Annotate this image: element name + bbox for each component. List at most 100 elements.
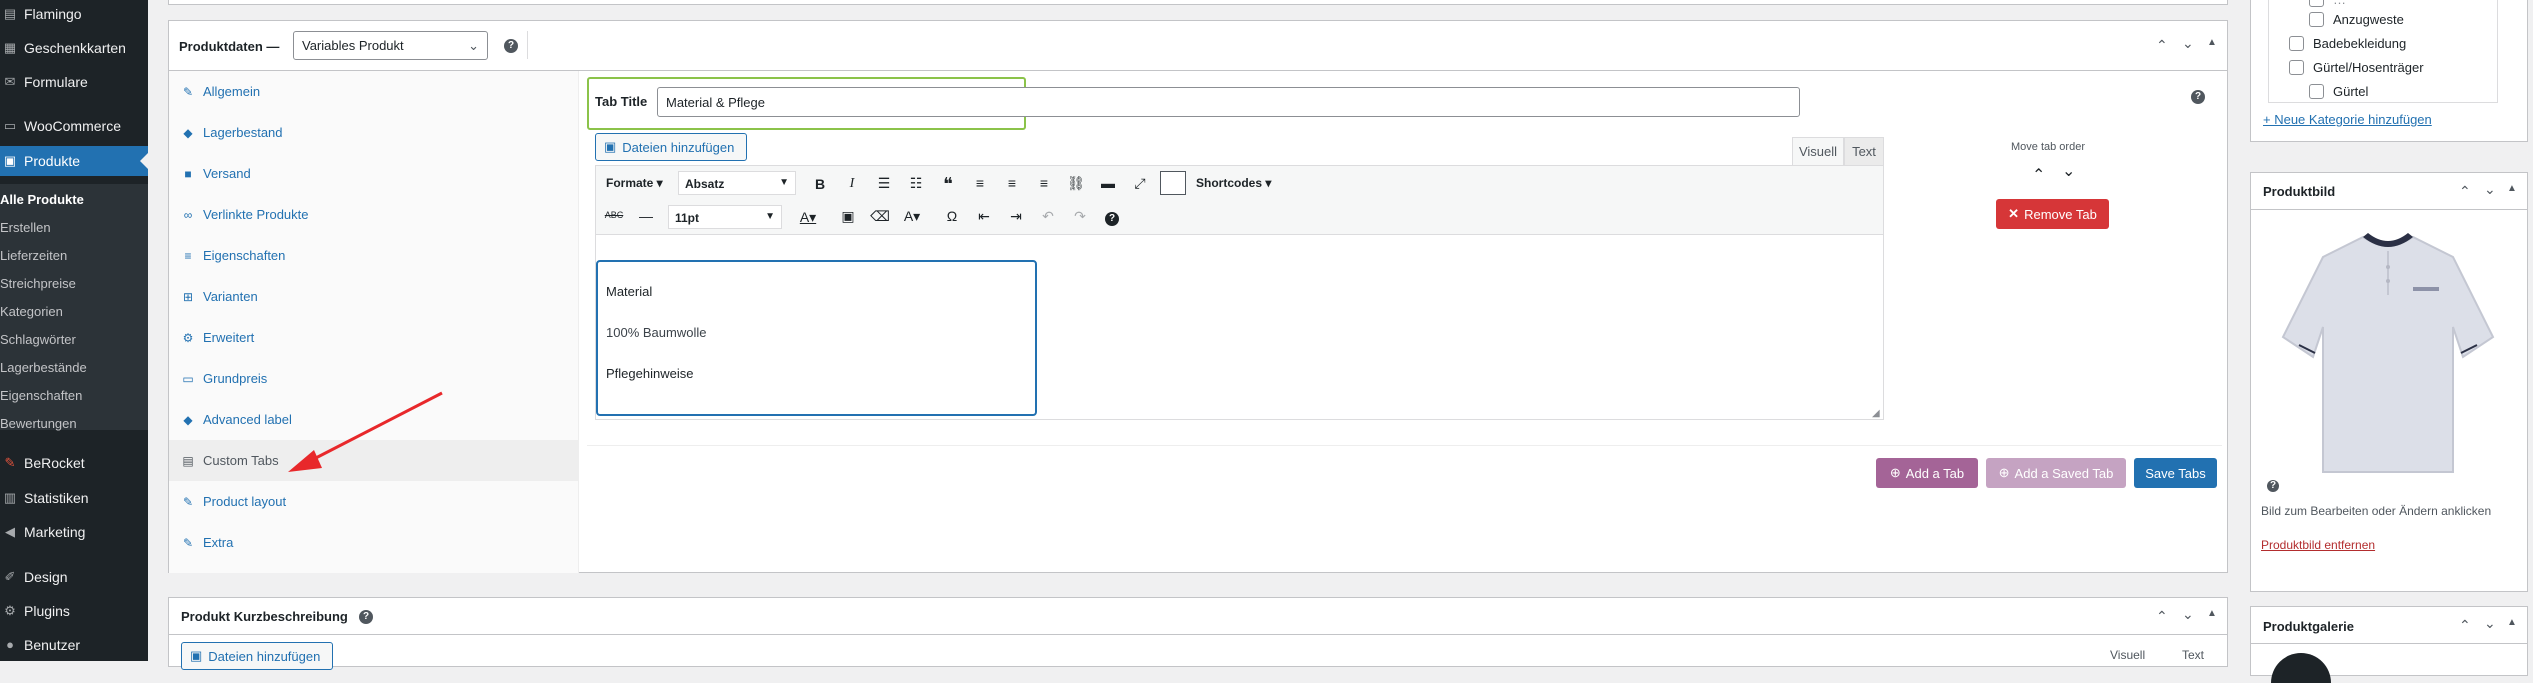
tab-lagerbestand[interactable]: ◆ Lagerbestand xyxy=(169,112,579,153)
special-char-icon[interactable]: Ω xyxy=(940,208,964,224)
menu-item-berocket[interactable]: ✎ BeRocket xyxy=(0,448,148,478)
toggle-panel-icon[interactable]: ▲ xyxy=(2207,608,2217,619)
tab-varianten[interactable]: ⊞ Varianten xyxy=(169,276,579,317)
menu-item-geschenkkarten[interactable]: ▦ Geschenkkarten xyxy=(0,33,148,63)
checkbox[interactable] xyxy=(2309,0,2324,7)
shortcodes-dropdown[interactable]: Shortcodes ▾ xyxy=(1196,176,1271,190)
submenu-kategorien[interactable]: Kategorien xyxy=(0,304,63,319)
product-type-select[interactable]: Variables Produkt ⌄ xyxy=(293,31,488,60)
formats-dropdown[interactable]: Formate ▾ xyxy=(606,176,663,190)
menu-item-formulare[interactable]: ✉ Formulare xyxy=(0,67,148,97)
editor-tab-visual[interactable]: Visuell xyxy=(2110,648,2145,662)
italic-icon[interactable]: I xyxy=(840,176,864,192)
help-icon[interactable]: ? xyxy=(359,610,373,624)
editor-tab-visual[interactable]: Visuell xyxy=(1792,137,1844,165)
category-item[interactable]: Gürtel/Hosenträger xyxy=(2289,60,2424,75)
menu-item-flamingo[interactable]: ▤ Flamingo xyxy=(0,0,148,29)
checkbox[interactable] xyxy=(2309,12,2324,27)
submenu-erstellen[interactable]: Erstellen xyxy=(0,220,51,235)
tab-allgemein[interactable]: ✎ Allgemein xyxy=(169,71,579,112)
remove-tab-button[interactable]: ✕ Remove Tab xyxy=(1996,199,2109,229)
category-item[interactable]: Gürtel xyxy=(2309,84,2368,99)
toggle-panel-icon[interactable]: ▲ xyxy=(2507,183,2517,194)
tab-erweitert[interactable]: ⚙ Erweitert xyxy=(169,317,579,358)
move-tab-down-icon[interactable]: ⌄ xyxy=(2062,161,2075,181)
product-image[interactable] xyxy=(2263,217,2513,477)
help-icon[interactable]: ? xyxy=(2267,480,2279,492)
numbered-list-icon[interactable]: ☷ xyxy=(904,175,928,192)
clear-formatting-icon[interactable]: ⌫ xyxy=(868,208,892,225)
tab-verlinkte-produkte[interactable]: ∞ Verlinkte Produkte xyxy=(169,194,579,235)
submenu-alle-produkte[interactable]: Alle Produkte xyxy=(0,192,84,207)
move-down-icon[interactable]: ⌄ xyxy=(2182,35,2194,52)
gallery-thumbnail[interactable] xyxy=(2271,653,2331,683)
link-icon[interactable]: ⛓ xyxy=(1064,175,1088,192)
horizontal-line-icon[interactable]: — xyxy=(634,208,658,224)
menu-item-benutzer[interactable]: ● Benutzer xyxy=(0,630,148,660)
tab-title-input[interactable]: Material & Pflege xyxy=(657,87,1800,117)
help-icon[interactable]: ? xyxy=(2191,90,2205,104)
menu-item-marketing[interactable]: ◀ Marketing xyxy=(0,517,148,547)
checkbox[interactable] xyxy=(2289,60,2304,75)
checkbox[interactable] xyxy=(2289,36,2304,51)
editor-tab-text[interactable]: Text xyxy=(1844,137,1884,165)
tab-versand[interactable]: ■ Versand xyxy=(169,153,579,194)
add-category-link[interactable]: + Neue Kategorie hinzufügen xyxy=(2263,112,2432,127)
move-tab-up-icon[interactable]: ⌃ xyxy=(2032,165,2045,185)
add-tab-button[interactable]: ⊕ Add a Tab xyxy=(1876,458,1978,488)
submenu-eigenschaften[interactable]: Eigenschaften xyxy=(0,388,82,403)
align-center-icon[interactable]: ≡ xyxy=(1000,175,1024,191)
keyboard-shortcuts-icon[interactable]: ? xyxy=(1100,208,1124,226)
color-picker[interactable] xyxy=(1160,171,1186,195)
move-up-icon[interactable]: ⌃ xyxy=(2156,37,2168,54)
outdent-icon[interactable]: ⇤ xyxy=(972,208,996,225)
fullscreen-icon[interactable]: ⤢ xyxy=(1128,175,1152,192)
font-size-select[interactable]: 11pt ▼ xyxy=(668,205,782,229)
submenu-schlagwoerter[interactable]: Schlagwörter xyxy=(0,332,76,347)
align-left-icon[interactable]: ≡ xyxy=(968,175,992,191)
help-icon[interactable]: ? xyxy=(504,39,518,53)
undo-icon[interactable]: ↶ xyxy=(1036,208,1060,225)
submenu-bewertungen[interactable]: Bewertungen xyxy=(0,416,77,431)
move-up-icon[interactable]: ⌃ xyxy=(2459,183,2471,200)
add-media-button[interactable]: ▣ Dateien hinzufügen xyxy=(595,133,747,161)
menu-item-statistiken[interactable]: ▥ Statistiken xyxy=(0,483,148,513)
blockquote-icon[interactable]: ❝ xyxy=(936,174,960,195)
tab-product-layout[interactable]: ✎ Product layout xyxy=(169,481,579,522)
add-saved-tab-button[interactable]: ⊕ Add a Saved Tab xyxy=(1986,458,2126,488)
bullet-list-icon[interactable]: ☰ xyxy=(872,175,896,192)
remove-image-link[interactable]: Produktbild entfernen xyxy=(2261,538,2375,552)
text-color-icon[interactable]: A▾ xyxy=(796,209,820,226)
menu-item-design[interactable]: ✐ Design xyxy=(0,562,148,592)
move-up-icon[interactable]: ⌃ xyxy=(2459,617,2471,634)
editor-tab-text[interactable]: Text xyxy=(2182,648,2204,662)
category-item[interactable]: Badebekleidung xyxy=(2289,36,2406,51)
tab-eigenschaften[interactable]: ≡ Eigenschaften xyxy=(169,235,579,276)
checkbox[interactable] xyxy=(2309,84,2324,99)
add-media-button[interactable]: ▣ Dateien hinzufügen xyxy=(181,642,333,670)
submenu-streichpreise[interactable]: Streichpreise xyxy=(0,276,76,291)
submenu-lagerbestaende[interactable]: Lagerbestände xyxy=(0,360,87,375)
background-color-icon[interactable]: A▾ xyxy=(900,208,924,225)
paste-text-icon[interactable]: ▣ xyxy=(836,208,860,225)
save-tabs-button[interactable]: Save Tabs xyxy=(2134,458,2217,488)
category-item[interactable]: Anzugweste xyxy=(2309,12,2404,27)
align-right-icon[interactable]: ≡ xyxy=(1032,175,1056,191)
menu-item-plugins[interactable]: ⚙ Plugins xyxy=(0,596,148,626)
submenu-lieferzeiten[interactable]: Lieferzeiten xyxy=(0,248,67,263)
move-up-icon[interactable]: ⌃ xyxy=(2156,608,2168,625)
indent-icon[interactable]: ⇥ xyxy=(1004,208,1028,225)
menu-item-produkte[interactable]: ▣ Produkte xyxy=(0,146,148,176)
toggle-panel-icon[interactable]: ▲ xyxy=(2507,617,2517,628)
resize-handle-icon[interactable]: ◢ xyxy=(1872,408,1880,419)
bold-icon[interactable]: B xyxy=(808,176,832,192)
strikethrough-icon[interactable]: ABC xyxy=(602,210,626,220)
redo-icon[interactable]: ↷ xyxy=(1068,208,1092,225)
menu-item-woocommerce[interactable]: ▭ WooCommerce xyxy=(0,111,148,141)
category-item[interactable]: … xyxy=(2309,0,2346,7)
move-down-icon[interactable]: ⌄ xyxy=(2484,615,2496,632)
paragraph-select[interactable]: Absatz ▼ xyxy=(678,171,796,195)
tab-extra[interactable]: ✎ Extra xyxy=(169,522,579,563)
move-down-icon[interactable]: ⌄ xyxy=(2484,181,2496,198)
toggle-panel-icon[interactable]: ▲ xyxy=(2207,37,2217,48)
